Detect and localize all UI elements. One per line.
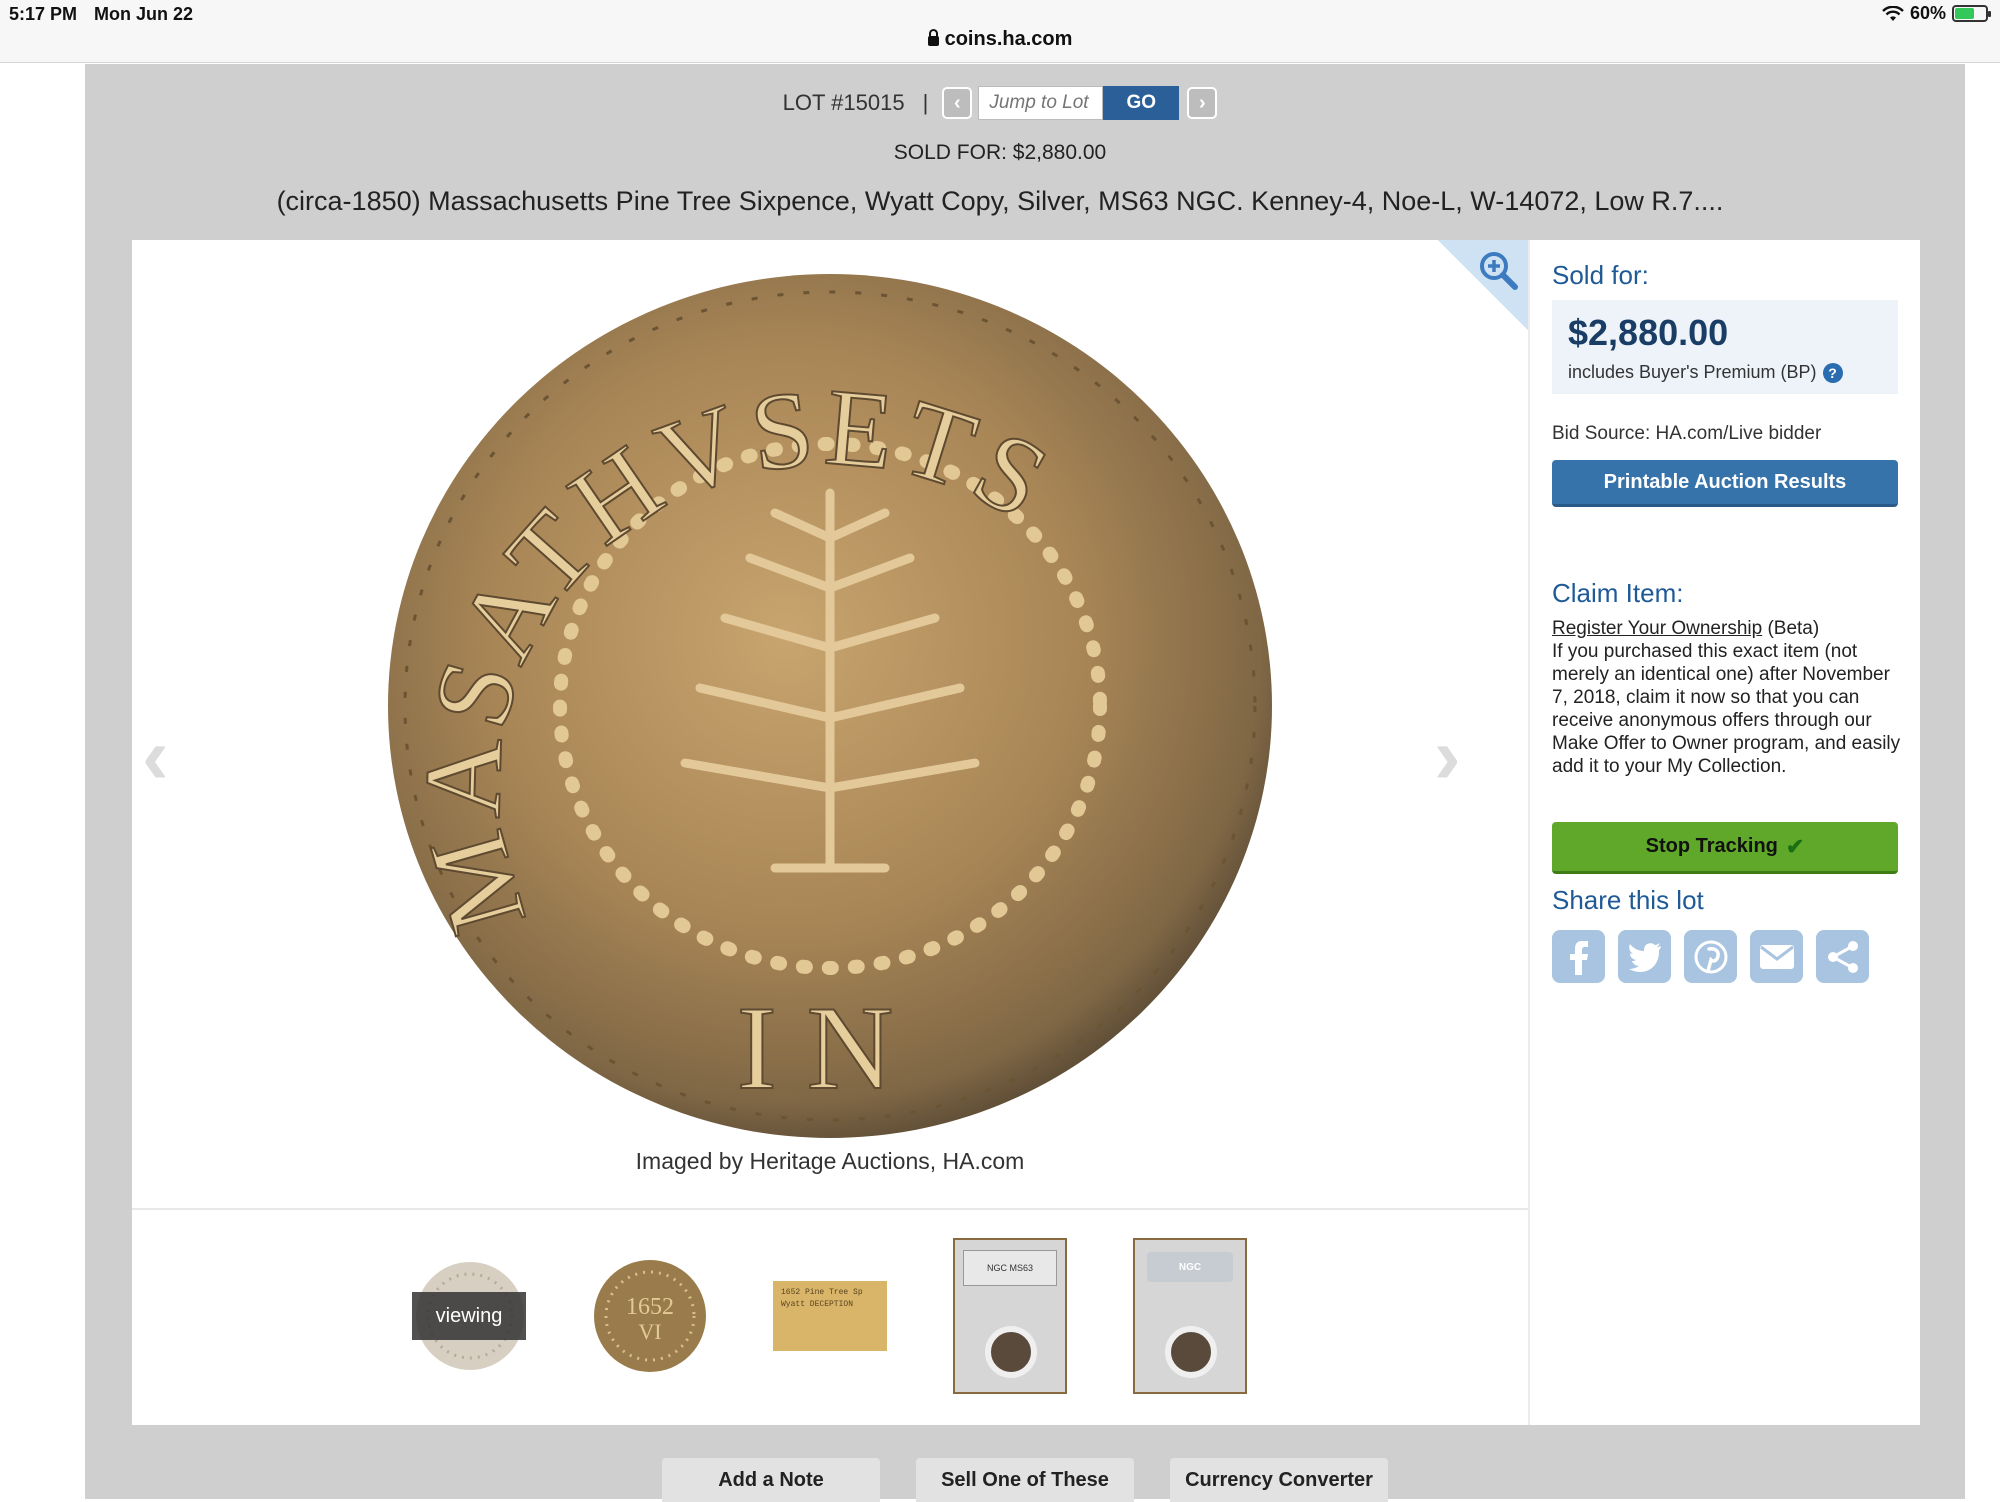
- sold-price: $2,880.00: [1568, 312, 1729, 353]
- thumbnail-slab-front[interactable]: NGC MS63: [952, 1238, 1068, 1394]
- status-date: Mon Jun 22: [94, 4, 194, 24]
- bp-note: includes Buyer's Premium (BP): [1568, 362, 1817, 382]
- thumbnail-envelope[interactable]: 1652 Pine Tree Sp Wyatt DECEPTION: [772, 1238, 888, 1394]
- price-box: $2,880.00 includes Buyer's Premium (BP) …: [1552, 300, 1898, 394]
- browser-top-bar: 5:17 PM Mon Jun 22 60% coins.ha.com: [0, 0, 2000, 63]
- sell-one-button[interactable]: Sell One of These: [916, 1458, 1134, 1502]
- slab-front-image: NGC MS63: [953, 1238, 1067, 1394]
- url-bar[interactable]: coins.ha.com: [0, 28, 2000, 51]
- svg-text:VI: VI: [638, 1319, 661, 1344]
- claim-beta: (Beta): [1762, 618, 1820, 639]
- envelope-image: 1652 Pine Tree Sp Wyatt DECEPTION: [773, 1281, 887, 1351]
- register-ownership-link[interactable]: Register Your Ownership: [1552, 618, 1762, 639]
- chevron-right-icon: ›: [1198, 91, 1206, 114]
- thumbnail-reverse[interactable]: 1652 VI: [592, 1238, 708, 1394]
- lot-title: (circa-1850) Massachusetts Pine Tree Six…: [276, 186, 1724, 216]
- image-viewer: MASATHVSETS IN ‹ › Imaged by Heritage Au…: [132, 240, 1528, 1208]
- add-note-button[interactable]: Add a Note: [662, 1458, 880, 1502]
- envelope-line-2: Wyatt DECEPTION: [781, 1300, 854, 1309]
- help-icon[interactable]: ?: [1822, 362, 1843, 383]
- status-time: 5:17 PM: [9, 4, 78, 24]
- check-icon: ✔: [1785, 833, 1805, 859]
- slab-coin-back: [1165, 1326, 1217, 1378]
- email-icon[interactable]: [1750, 930, 1803, 983]
- status-right: 60%: [1882, 3, 1991, 24]
- stop-tracking-label: Stop Tracking: [1645, 835, 1778, 857]
- url-text: coins.ha.com: [944, 28, 1073, 50]
- lock-icon: [927, 29, 939, 46]
- prev-image-arrow[interactable]: ‹: [142, 710, 169, 802]
- envelope-line-1: 1652 Pine Tree Sp: [781, 1288, 863, 1297]
- jump-to-lot-input[interactable]: [978, 86, 1104, 120]
- lot-panel: MASATHVSETS IN ‹ › Imaged by Heritage Au…: [132, 240, 1920, 1425]
- twitter-icon[interactable]: [1618, 930, 1671, 983]
- claim-heading: Claim Item:: [1552, 578, 1684, 608]
- next-image-arrow[interactable]: ›: [1434, 710, 1461, 802]
- share-icon[interactable]: [1816, 930, 1869, 983]
- bid-source: Bid Source: HA.com/Live bidder: [1552, 423, 1822, 444]
- lot-number: LOT #15015: [782, 90, 905, 115]
- facebook-icon[interactable]: [1552, 930, 1605, 983]
- thumbnail-strip: viewing 1652 VI 1652 Pine Tree Sp Wyatt …: [132, 1208, 1528, 1425]
- lot-separator: |: [922, 90, 929, 115]
- viewing-label: viewing: [412, 1292, 526, 1340]
- thumbnail-coin-reverse-image: 1652 VI: [594, 1260, 706, 1372]
- lot-navigation: LOT #15015 | ‹ GO ›: [0, 86, 2000, 120]
- pinterest-icon[interactable]: [1684, 930, 1737, 983]
- currency-converter-button[interactable]: Currency Converter: [1170, 1458, 1388, 1502]
- slab-back-label: NGC: [1147, 1252, 1233, 1282]
- thumbnail-slab-back[interactable]: NGC: [1132, 1238, 1248, 1394]
- claim-text: Register Your Ownership (Beta) If you pu…: [1552, 617, 1902, 778]
- chevron-left-icon: ‹: [953, 91, 961, 114]
- share-buttons: [1552, 930, 1869, 983]
- share-heading: Share this lot: [1552, 885, 1704, 915]
- sold-for-line: SOLD FOR: $2,880.00: [893, 141, 1107, 164]
- coin-image[interactable]: MASATHVSETS IN: [385, 268, 1275, 1144]
- next-lot-button[interactable]: ›: [1187, 87, 1218, 119]
- stop-tracking-button[interactable]: Stop Tracking ✔: [1552, 822, 1898, 874]
- thumbnail-obverse[interactable]: viewing: [412, 1238, 528, 1394]
- svg-text:1652: 1652: [626, 1294, 674, 1320]
- slab-front-label: NGC MS63: [963, 1250, 1057, 1286]
- claim-body: If you purchased this exact item (not me…: [1552, 641, 1901, 777]
- panel-divider: [1528, 240, 1530, 1425]
- battery-icon: [1952, 5, 1991, 22]
- slab-back-image: NGC: [1133, 1238, 1247, 1394]
- image-credit: Imaged by Heritage Auctions, HA.com: [635, 1148, 1025, 1174]
- zoom-in-icon[interactable]: [1478, 250, 1518, 290]
- prev-lot-button[interactable]: ‹: [942, 87, 973, 119]
- slab-coin: [985, 1326, 1037, 1378]
- coin-legend-bottom: IN: [737, 981, 924, 1114]
- battery-percent: 60%: [1909, 3, 1946, 23]
- sold-for-label: Sold for:: [1552, 260, 1649, 290]
- wifi-icon: [1882, 5, 1904, 21]
- printable-results-button[interactable]: Printable Auction Results: [1552, 460, 1898, 507]
- go-button[interactable]: GO: [1103, 86, 1180, 120]
- bp-note-row: includes Buyer's Premium (BP) ?: [1568, 362, 1882, 383]
